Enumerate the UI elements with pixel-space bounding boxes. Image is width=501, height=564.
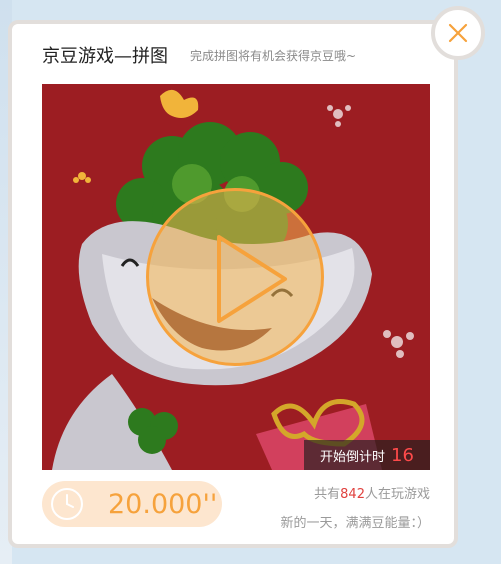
players-suffix: 人在玩游戏	[364, 487, 430, 502]
close-icon	[448, 23, 468, 43]
clock-icon	[51, 488, 83, 520]
play-button[interactable]	[146, 188, 324, 366]
dialog-subtitle: 完成拼图将有机会获得京豆哦~	[190, 49, 357, 63]
game-timer: 20.000''	[42, 481, 222, 527]
play-icon	[217, 235, 287, 323]
puzzle-image[interactable]: 开始倒计时 16	[42, 84, 430, 470]
countdown-value: 16	[391, 444, 414, 466]
motto-text: 新的一天，满满豆能量：）	[280, 516, 430, 531]
dialog-title: 京豆游戏—拼图	[42, 46, 168, 67]
close-button[interactable]	[431, 6, 485, 60]
players-count: 842	[340, 487, 365, 502]
players-prefix: 共有	[314, 487, 341, 502]
countdown-label: 开始倒计时	[320, 449, 386, 465]
players-online: 共有842人在玩游戏	[314, 483, 430, 502]
timer-value: 20.000''	[108, 489, 218, 520]
countdown-badge: 开始倒计时 16	[304, 440, 430, 470]
